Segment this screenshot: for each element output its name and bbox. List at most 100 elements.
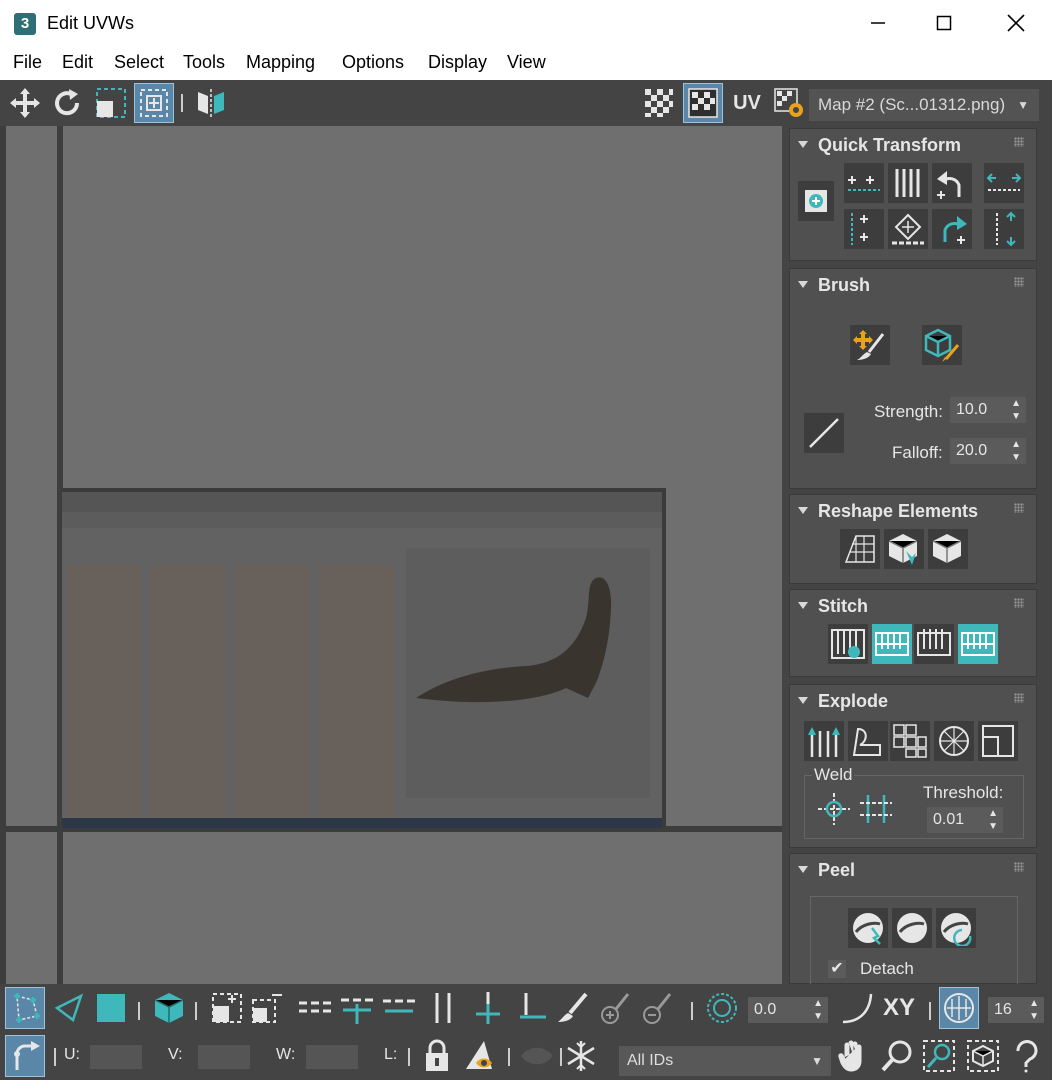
peel-mode-button[interactable] [892, 908, 932, 948]
relax-until-flat-button[interactable] [884, 529, 924, 569]
menu-view[interactable]: View [507, 52, 546, 73]
shrink-brush-button[interactable] [638, 988, 676, 1028]
rollout-grip-icon[interactable] [1014, 598, 1024, 608]
edge-select-button[interactable] [50, 988, 88, 1028]
close-button[interactable] [981, 0, 1051, 46]
paint-select-button[interactable] [554, 988, 592, 1028]
quick-peel-button[interactable] [848, 908, 888, 948]
enlarge-brush-button[interactable] [596, 988, 634, 1028]
spinner-arrows-icon[interactable]: ▲ ▼ [1029, 997, 1039, 1023]
material-id-dropdown[interactable]: All IDs ▼ [619, 1046, 831, 1076]
rollout-grip-icon[interactable] [1014, 693, 1024, 703]
flatten-sphere-button[interactable] [934, 721, 974, 761]
map-settings-button[interactable] [770, 84, 808, 122]
weld-target-button[interactable] [814, 789, 854, 829]
scale-tool-button[interactable] [92, 84, 130, 122]
collapse-triangle-icon[interactable] [798, 866, 808, 873]
grid-size-spinner[interactable]: 16 ▲ ▼ [988, 997, 1044, 1023]
u-coordinate-field[interactable] [90, 1045, 142, 1069]
uv-editor-viewport[interactable] [0, 126, 782, 984]
threshold-spinner[interactable]: 0.01 ▲ ▼ [927, 807, 1003, 833]
rotate-cw-button[interactable] [932, 209, 972, 249]
zoom-extents-button[interactable] [964, 1036, 1002, 1076]
vertex-select-button[interactable] [5, 987, 45, 1029]
shrink-selection-button[interactable] [248, 988, 286, 1028]
brush-falloff-type-button[interactable] [804, 413, 844, 453]
map-dropdown[interactable]: Map #2 (Sc...01312.png) ▼ [809, 89, 1039, 121]
menu-tools[interactable]: Tools [183, 52, 225, 73]
menu-mapping[interactable]: Mapping [246, 52, 315, 73]
collapse-triangle-icon[interactable] [798, 697, 808, 704]
falloff-space-button[interactable]: XY [880, 988, 918, 1028]
freeform-tool-button[interactable] [134, 83, 174, 123]
spinner-arrows-icon[interactable]: ▲ ▼ [988, 807, 998, 833]
strength-spinner[interactable]: 10.0 ▲ ▼ [950, 397, 1026, 423]
grow-selection-button[interactable] [208, 988, 246, 1028]
detach-checkbox[interactable]: ✔ [828, 960, 846, 978]
stitch-average-button[interactable] [914, 624, 954, 664]
break-button[interactable] [978, 721, 1018, 761]
collapse-triangle-icon[interactable] [798, 141, 808, 148]
align-horizontal-center-button[interactable] [984, 163, 1024, 203]
zoom-region-button[interactable] [920, 1036, 958, 1076]
menu-options[interactable]: Options [342, 52, 404, 73]
weld-selected-button[interactable] [856, 789, 896, 829]
paint-move-button[interactable] [850, 325, 890, 365]
menu-display[interactable]: Display [428, 52, 487, 73]
menu-select[interactable]: Select [114, 52, 164, 73]
rollout-grip-icon[interactable] [1014, 862, 1024, 872]
menu-file[interactable]: File [13, 52, 42, 73]
straighten-selection-button[interactable] [840, 529, 880, 569]
align-vertical-center-button[interactable] [984, 209, 1024, 249]
mirror-tool-button[interactable] [192, 84, 230, 122]
move-tool-button[interactable] [6, 84, 44, 122]
loop-shrink-button[interactable] [380, 988, 418, 1028]
lock-selection-button[interactable] [418, 1036, 456, 1076]
checker-pattern-button[interactable] [640, 84, 678, 122]
collapse-triangle-icon[interactable] [798, 602, 808, 609]
w-coordinate-field[interactable] [306, 1045, 358, 1069]
zoom-button[interactable] [878, 1036, 916, 1076]
maximize-button[interactable] [909, 0, 979, 46]
v-coordinate-field[interactable] [198, 1045, 250, 1069]
uv-space-button[interactable]: UV [728, 84, 766, 122]
collapse-triangle-icon[interactable] [798, 507, 808, 514]
falloff-spinner[interactable]: 20.0 ▲ ▼ [950, 438, 1026, 464]
ring-select-button[interactable] [424, 988, 462, 1028]
freeze-selected-button[interactable] [562, 1036, 600, 1076]
relax-brush-button[interactable] [922, 325, 962, 365]
ring-shrink-button[interactable] [514, 988, 552, 1028]
flatten-by-material-button[interactable] [848, 721, 888, 761]
absolute-offset-toggle[interactable] [5, 1035, 45, 1077]
soft-selection-spinner[interactable]: 0.0 ▲ ▼ [748, 997, 828, 1023]
rollout-grip-icon[interactable] [1014, 503, 1024, 513]
spinner-arrows-icon[interactable]: ▲ ▼ [1011, 438, 1021, 464]
stitch-to-target-button[interactable] [872, 624, 912, 664]
menu-edit[interactable]: Edit [62, 52, 93, 73]
align-horizontal-button[interactable] [844, 163, 884, 203]
relax-custom-button[interactable] [928, 529, 968, 569]
snap-grid-button[interactable] [939, 987, 979, 1029]
minimize-button[interactable] [843, 0, 913, 46]
flatten-by-smoothing-group-button[interactable] [804, 721, 844, 761]
loop-select-button[interactable] [296, 988, 334, 1028]
soft-selection-button[interactable] [703, 988, 741, 1028]
polygon-select-button[interactable] [92, 988, 130, 1028]
pan-button[interactable] [834, 1036, 872, 1076]
rollout-grip-icon[interactable] [1014, 137, 1024, 147]
reset-peel-button[interactable] [936, 908, 976, 948]
rotate-ccw-button[interactable] [932, 163, 972, 203]
align-vertical-button[interactable] [844, 209, 884, 249]
unhide-all-button[interactable] [518, 1036, 556, 1076]
help-button[interactable] [1008, 1036, 1046, 1076]
rollout-grip-icon[interactable] [1014, 277, 1024, 287]
space-horizontal-button[interactable] [888, 163, 928, 203]
loop-grow-button[interactable] [338, 988, 376, 1028]
spinner-arrows-icon[interactable]: ▲ ▼ [813, 997, 823, 1023]
flatten-grid-button[interactable] [890, 721, 930, 761]
space-vertical-button[interactable] [888, 209, 928, 249]
pivot-button[interactable] [798, 181, 834, 221]
stitch-custom-button[interactable] [828, 624, 868, 664]
collapse-triangle-icon[interactable] [798, 281, 808, 288]
spinner-arrows-icon[interactable]: ▲ ▼ [1011, 397, 1021, 423]
